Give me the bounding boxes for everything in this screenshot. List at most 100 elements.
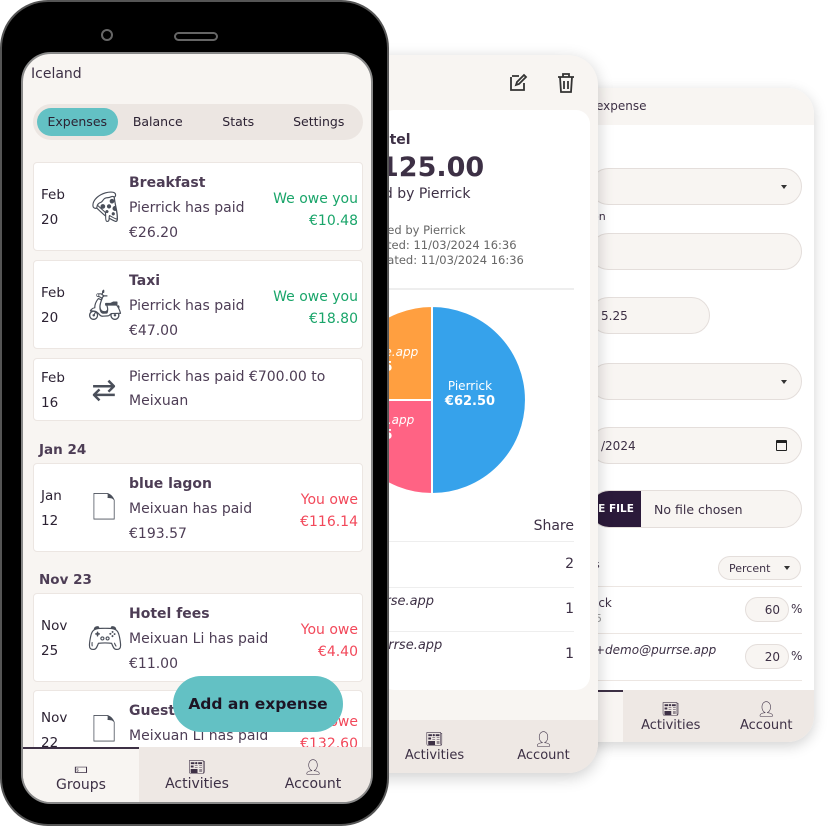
balance-status: We owe you — [273, 190, 358, 207]
newspaper-icon: 📰︎ — [424, 730, 445, 748]
balance-amount: €10.48 — [309, 212, 358, 229]
expense-title: Breakfast — [129, 175, 206, 191]
nav-account[interactable]: 👤︎ Account — [719, 690, 815, 742]
description-input[interactable] — [590, 233, 802, 270]
nav-label: Activities — [165, 775, 229, 792]
pie-slice-label: Pierrick — [448, 379, 492, 393]
nav-label: Activities — [641, 717, 701, 733]
camera — [101, 29, 113, 41]
divider — [380, 541, 574, 542]
expense-amount: €11.00 — [129, 656, 178, 672]
split-mode-value: Percent — [729, 561, 771, 575]
tab-balance[interactable]: Balance — [118, 108, 199, 136]
expense-date-month: Feb — [41, 369, 65, 386]
user-icon: 👤︎ — [756, 699, 776, 718]
divider — [590, 680, 802, 681]
nav-label: Account — [740, 717, 793, 733]
payer-select[interactable] — [590, 363, 802, 400]
expense-payer: Meixuan Li has paid — [129, 631, 269, 647]
balance-amount: €18.80 — [309, 310, 358, 327]
expense-date-day: 16 — [41, 394, 59, 411]
nav-groups[interactable]: 💵︎ Groups — [23, 747, 139, 802]
trash-icon[interactable] — [556, 72, 576, 94]
screen: Iceland Expenses Balance Stats Settings … — [21, 52, 373, 804]
date-input[interactable]: /2024 — [590, 427, 802, 464]
expense-date-month: Nov — [41, 710, 68, 726]
add-expense-button[interactable]: Add an expense — [173, 676, 343, 732]
expense-date-day: 20 — [41, 211, 59, 228]
money-icon: 💵︎ — [74, 758, 88, 777]
user-icon: 👤︎ — [533, 730, 554, 748]
pie-slice-amount: €62.50 — [444, 394, 495, 409]
created-at: ated: 11/03/2024 16:36 — [380, 238, 517, 252]
speaker — [174, 32, 218, 41]
expense-item[interactable]: Feb 20 🍕︎ Breakfast Pierrick has paid €26… — [33, 162, 363, 251]
expense-amount: €26.20 — [129, 225, 178, 241]
expense-item[interactable]: Feb 20 🛵︎ Taxi Pierrick has paid €47.00 W… — [33, 260, 363, 349]
file-status: No file chosen — [654, 501, 743, 517]
expenses-phone: Iceland Expenses Balance Stats Settings … — [0, 0, 389, 826]
balance-amount: €4.40 — [317, 643, 358, 660]
added-by: ded by Pierrick — [380, 223, 466, 237]
nav-label: Account — [284, 775, 342, 792]
nav-account[interactable]: 👤︎ Account — [255, 747, 371, 802]
file-input[interactable]: E FILE No file chosen — [590, 490, 802, 528]
balance-status: We owe you — [273, 288, 358, 305]
expense-payer: Pierrick has paid — [129, 298, 245, 314]
expense-title: Taxi — [129, 273, 161, 289]
group-name: Iceland — [31, 66, 82, 82]
add-expense-phone: expense on 5.25 /2024 E FILE No file cho… — [560, 88, 814, 742]
nav-label: Groups — [56, 776, 106, 793]
updated-at: dated: 11/03/2024 16:36 — [380, 253, 524, 267]
expense-title: blue lagon — [129, 476, 213, 492]
participant-share-input[interactable]: 60 — [745, 597, 789, 622]
edit-icon[interactable] — [508, 73, 528, 93]
balance-amount: €116.14 — [300, 513, 358, 530]
header-title: expense — [596, 99, 647, 113]
nav-activities[interactable]: 📰︎ Activities — [139, 747, 255, 802]
expense-item[interactable]: Feb 16 ⇄ Pierrick has paid €700.00 to Mei… — [33, 358, 363, 421]
participant-name: +demo@purrse.app — [595, 643, 717, 657]
divider — [590, 633, 802, 634]
tab-bar: Expenses Balance Stats Settings — [33, 104, 363, 140]
date-value: /2024 — [601, 438, 636, 453]
expense-item[interactable]: Nov 25 🎮︎ Hotel fees Meixuan Li has paid … — [33, 593, 363, 682]
divider — [380, 587, 574, 588]
header: expense — [560, 88, 814, 125]
expense-date-month: Feb — [41, 284, 65, 301]
paid-by: id by Pierrick — [380, 186, 471, 202]
tab-expenses[interactable]: Expenses — [37, 108, 118, 136]
expense-payer: Meixuan has paid — [129, 501, 253, 517]
nav-activities[interactable]: 📰︎ Activities — [380, 720, 489, 773]
choose-file-button[interactable]: E FILE — [591, 491, 641, 527]
expense-date-month: Jan — [41, 487, 62, 504]
amount-value: 5.25 — [601, 308, 628, 323]
tab-stats[interactable]: Stats — [198, 108, 279, 136]
nav-activities[interactable]: 📰︎ Activities — [623, 690, 719, 742]
share-value: 1 — [565, 601, 574, 617]
tab-settings[interactable]: Settings — [279, 108, 360, 136]
nav-account[interactable]: 👤︎ Account — [489, 720, 598, 773]
bottom-nav: 📰︎ Activities 👤︎ Account — [560, 690, 814, 742]
section-header: Jan 24 — [39, 442, 87, 458]
expense-date-day: 12 — [41, 512, 59, 529]
percent-unit: % — [791, 602, 803, 616]
share-value: 20 — [764, 649, 780, 664]
share-value: 2 — [565, 556, 574, 572]
transfer-text: Meixuan — [129, 392, 189, 409]
expense-item[interactable]: Jan 12 🗋 blue lagon Meixuan has paid €193… — [33, 463, 363, 552]
transfer-text: Pierrick has paid €700.00 to — [129, 368, 326, 385]
caret-down-icon — [781, 379, 787, 384]
share-value: 60 — [764, 602, 780, 617]
expense-date-month: Feb — [41, 186, 65, 203]
taxi-icon: 🛵︎ — [86, 287, 125, 323]
expense-date-day: 25 — [41, 642, 59, 659]
newspaper-icon: 📰︎ — [187, 757, 207, 776]
calendar-icon[interactable] — [776, 440, 787, 451]
expense-amount: €47.00 — [129, 323, 178, 339]
category-select[interactable] — [590, 168, 802, 205]
participant-share-input[interactable]: 20 — [745, 644, 789, 669]
split-mode-select[interactable]: Percent — [718, 556, 801, 580]
amount-input[interactable]: 5.25 — [590, 297, 710, 334]
expense-date-day: 20 — [41, 309, 59, 326]
